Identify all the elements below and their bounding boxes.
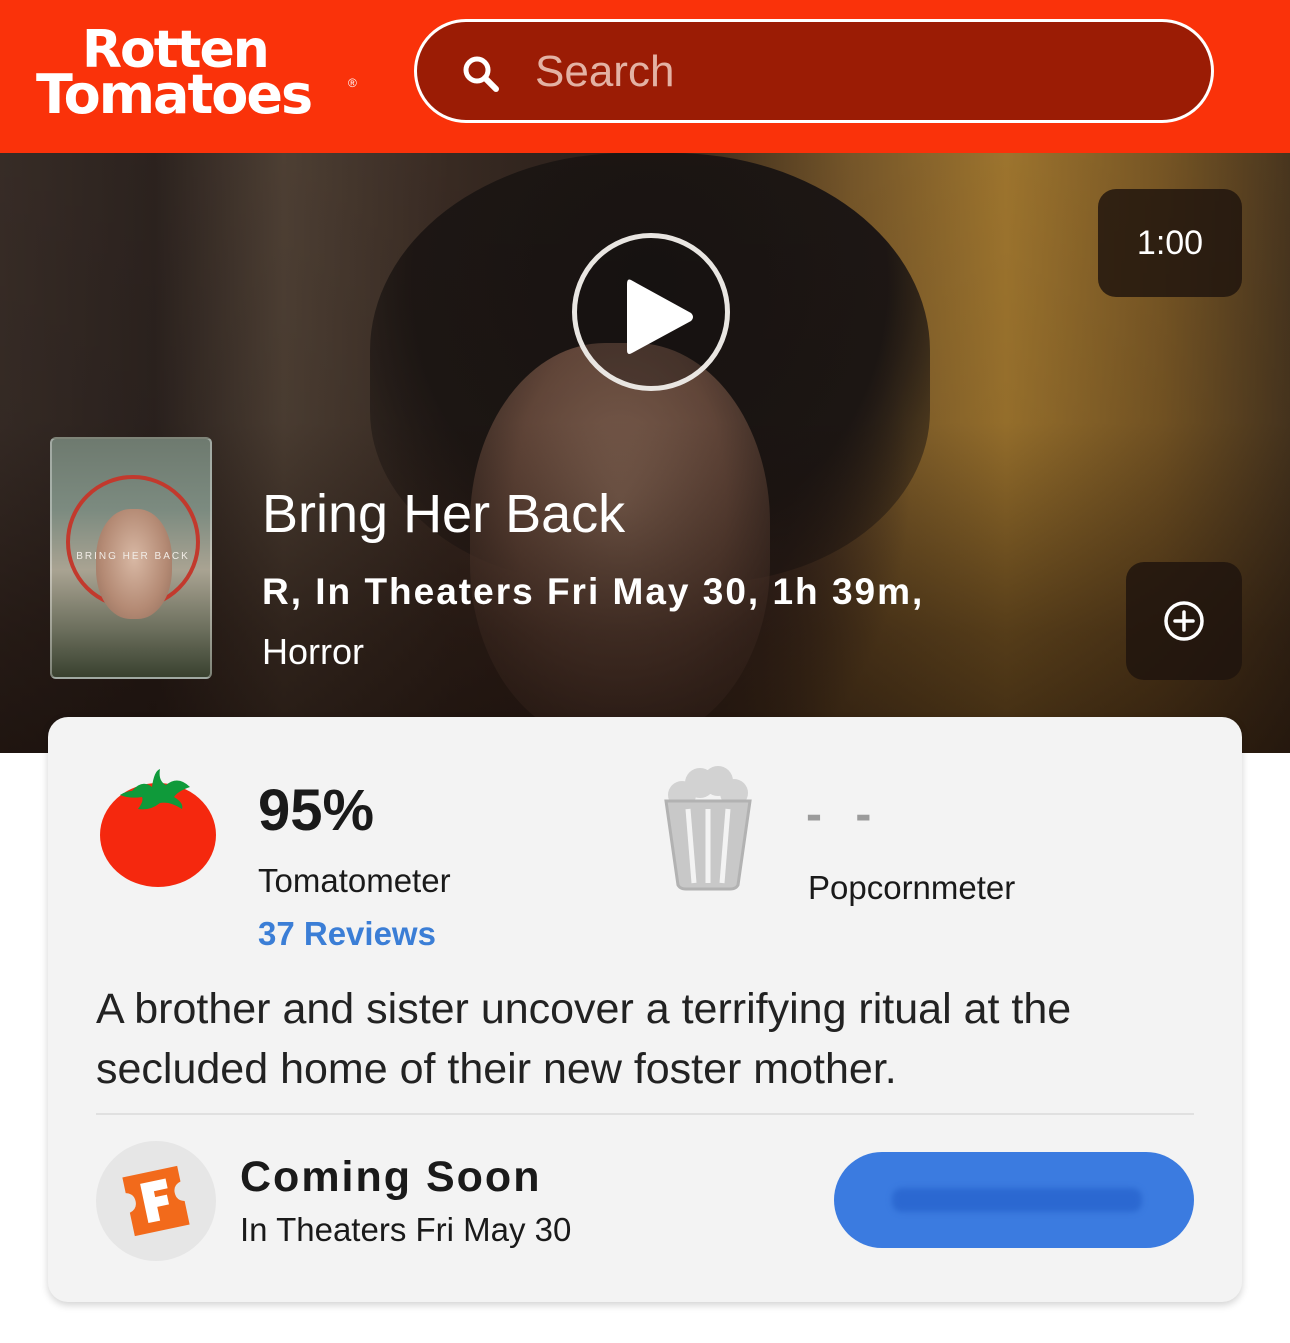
card-divider [96,1113,1194,1115]
movie-genre: Horror [262,631,365,672]
search-bar[interactable] [414,19,1214,123]
ticket-button-blurred-label [892,1188,1142,1212]
top-nav-bar: Rotten Tomatoes ® [0,0,1290,153]
hero-trailer-banner[interactable]: 1:00 BRING HER BACK Bring Her Back R, In… [0,153,1290,753]
search-icon [463,56,499,92]
popcornmeter-label: Popcornmeter [808,869,1016,906]
tomatometer-label: Tomatometer [258,862,451,899]
get-tickets-button[interactable] [834,1152,1194,1248]
search-input[interactable] [535,44,1175,100]
movie-title: Bring Her Back [262,484,626,544]
logo-registered-mark: ® [348,76,357,90]
popcornmeter-score: - - [806,788,882,841]
rotten-tomatoes-logo[interactable]: Rotten Tomatoes ® [36,24,366,124]
reviews-count-link[interactable]: 37 Reviews [258,915,436,953]
logo-word-tomatoes: Tomatoes [36,63,313,126]
movie-meta-info: R, In Theaters Fri May 30, 1h 39m, [262,571,925,612]
poster-face-graphic [96,509,172,619]
tomatometer-score: 95% [258,778,375,843]
poster-title-text: BRING HER BACK [76,551,190,562]
fandango-logo [96,1141,216,1261]
movie-synopsis: A brother and sister uncover a terrifyin… [96,985,1072,1093]
plus-circle-icon [1164,601,1204,641]
trailer-duration-badge: 1:00 [1098,189,1242,297]
fandango-logo-icon [122,1165,190,1237]
showtimes-status: Coming Soon [240,1153,542,1201]
movie-score-card: 95% Tomatometer 37 Reviews - - Popcornme… [48,717,1242,1302]
movie-poster[interactable]: BRING HER BACK [50,437,212,679]
empty-popcorn-bucket-icon [664,766,752,891]
play-icon [627,279,693,354]
fresh-tomato-icon [100,769,216,887]
add-to-watchlist-button[interactable] [1126,562,1242,680]
theater-release-date: In Theaters Fri May 30 [240,1211,572,1248]
play-trailer-button[interactable] [572,233,730,391]
